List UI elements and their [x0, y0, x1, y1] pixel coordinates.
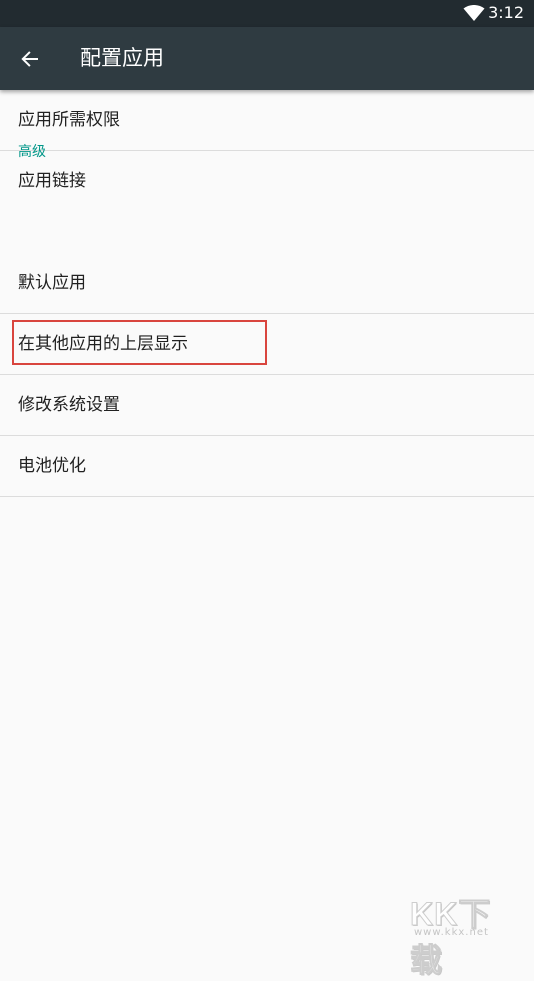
list-item-draw-over-other-apps[interactable]: 在其他应用的上层显示 — [0, 314, 534, 375]
list-item-label: 应用所需权限 — [18, 110, 120, 130]
advanced-list: 默认应用 在其他应用的上层显示 修改系统设置 电池优化 — [0, 253, 534, 497]
arrow-back-icon — [21, 51, 38, 67]
list-item-app-permissions[interactable]: 应用所需权限 — [0, 90, 534, 151]
status-bar: 3:12 — [0, 0, 534, 27]
watermark-url: www.kkx.net — [414, 927, 489, 938]
list-item-label: 在其他应用的上层显示 — [18, 334, 188, 354]
status-clock: 3:12 — [488, 3, 524, 22]
section-header-advanced: 高级 — [18, 144, 46, 160]
list-item-label: 修改系统设置 — [18, 395, 120, 415]
page-title: 配置应用 — [80, 46, 164, 70]
list-item-label: 默认应用 — [18, 273, 86, 293]
list-item-label: 电池优化 — [18, 456, 86, 476]
watermark: KK下载 www.kkx.net — [410, 889, 520, 979]
back-button[interactable] — [14, 43, 46, 75]
settings-list: 应用所需权限 应用链接 — [0, 90, 534, 211]
list-item-default-apps[interactable]: 默认应用 — [0, 253, 534, 314]
list-item-app-links[interactable]: 应用链接 — [0, 151, 534, 211]
list-item-modify-system-settings[interactable]: 修改系统设置 — [0, 375, 534, 436]
list-item-label: 应用链接 — [18, 171, 86, 191]
app-bar: 配置应用 — [0, 27, 534, 90]
list-item-battery-optimization[interactable]: 电池优化 — [0, 436, 534, 497]
wifi-icon — [463, 5, 485, 21]
